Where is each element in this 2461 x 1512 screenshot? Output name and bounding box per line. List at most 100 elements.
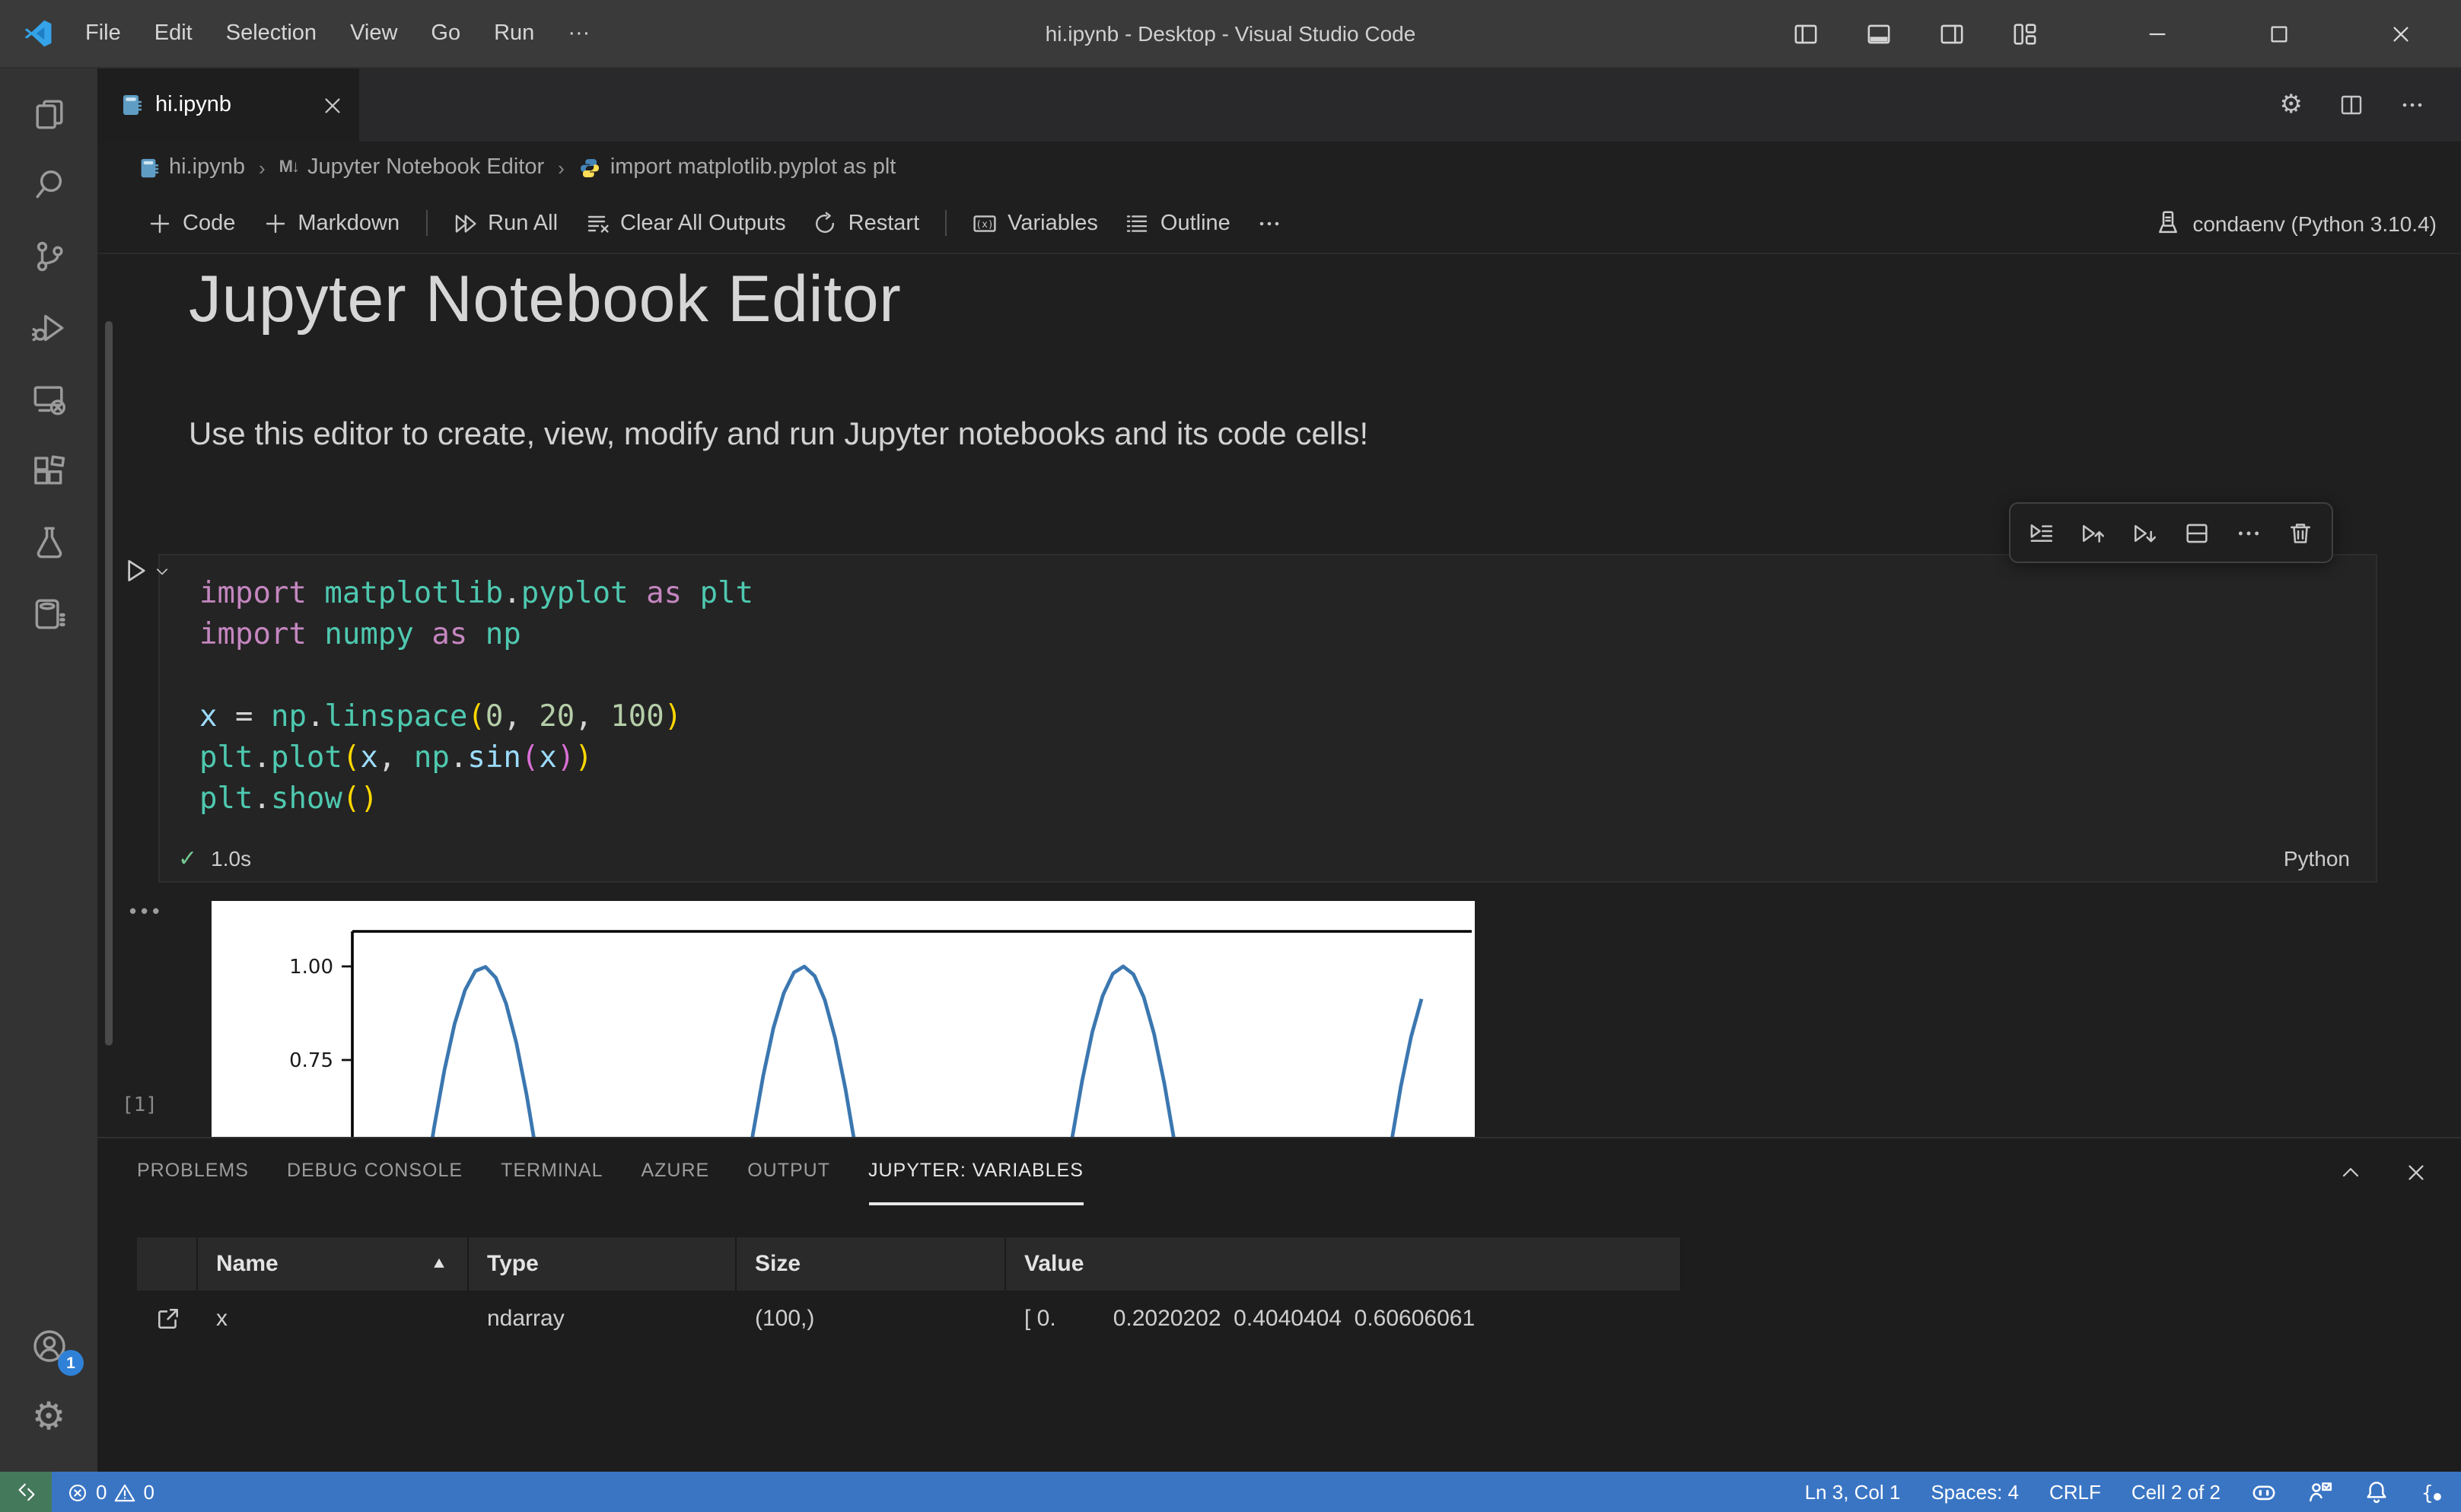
activity-bar: 1 ⚙ (0, 68, 97, 1472)
open-variable-icon[interactable] (154, 1305, 180, 1331)
execute-above-cells-icon[interactable] (2081, 520, 2106, 546)
more-editor-actions-icon[interactable] (2400, 93, 2424, 117)
breadcrumb-separator: › (258, 156, 266, 179)
toggle-panel-icon[interactable] (1866, 21, 1892, 46)
notebook-file-icon (137, 156, 160, 179)
add-icon (148, 211, 172, 235)
menu-file[interactable]: File (68, 21, 138, 45)
remote-explorer-icon (31, 382, 66, 417)
copilot-icon[interactable] (2236, 1472, 2292, 1512)
execute-cell-and-below-icon[interactable] (2132, 520, 2158, 546)
menu-selection[interactable]: Selection (209, 21, 333, 45)
breadcrumb-item[interactable]: hi.ipynb (137, 155, 245, 180)
more-cell-actions-icon[interactable] (2236, 520, 2262, 546)
variables-button[interactable]: (x) Variables (959, 193, 1112, 253)
problems-status[interactable]: 0 0 (52, 1472, 170, 1512)
output-menu-icon[interactable]: ••• (129, 899, 164, 922)
sidebar-item-explorer[interactable] (0, 78, 97, 149)
variable-value: [ 0. 0.2020202 0.4040404 0.60606061 (1024, 1305, 1476, 1331)
menu-go[interactable]: Go (414, 21, 477, 45)
breadcrumb-item[interactable]: M↓ Jupyter Notebook Editor (279, 155, 544, 180)
errors-icon (67, 1482, 88, 1503)
status-cursor-position[interactable]: Ln 3, Col 1 (1790, 1472, 1916, 1512)
toolbar-divider (425, 210, 428, 236)
sidebar-item-source-control[interactable] (0, 221, 97, 292)
clear-all-outputs-button[interactable]: Clear All Outputs (571, 193, 800, 253)
close-panel-icon[interactable] (2405, 1160, 2428, 1183)
markdown-heading: Jupyter Notebook Editor (189, 263, 902, 336)
status-end-of-line[interactable]: CRLF (2034, 1472, 2116, 1512)
panel-tab-azure[interactable]: AZURE (641, 1138, 709, 1205)
cell-language[interactable]: Python (2284, 846, 2350, 871)
delete-cell-icon[interactable] (2287, 520, 2313, 546)
sidebar-item-testing[interactable] (0, 507, 97, 578)
menu-bar: File Edit Selection View Go Run ··· (68, 0, 606, 68)
warning-count: 0 (143, 1481, 154, 1504)
notebook-layout-settings-icon[interactable]: ⚙ (2280, 91, 2303, 119)
add-markdown-cell-button[interactable]: Markdown (249, 193, 413, 253)
breadcrumb-item[interactable]: import matplotlib.pyplot as plt (578, 155, 896, 180)
code-line: import matplotlib.pyplot as plt (199, 575, 754, 610)
sidebar-item-notebook[interactable] (0, 578, 97, 650)
split-editor-icon[interactable] (2339, 93, 2364, 117)
variable-row[interactable]: x ndarray (100,) [ 0. 0.2020202 0.4040404 0… (137, 1291, 1682, 1345)
run-all-icon (453, 211, 477, 235)
minimize-button[interactable] (2096, 0, 2217, 68)
execution-count: [1] (122, 1094, 158, 1117)
customize-layout-icon[interactable] (2012, 21, 2038, 46)
column-header-name[interactable]: Name (198, 1237, 469, 1291)
panel-tab-debug-console[interactable]: DEBUG CONSOLE (287, 1138, 463, 1205)
code-cell[interactable]: import matplotlib.pyplot as plt import nu… (158, 554, 2377, 883)
split-cell-icon[interactable] (2184, 520, 2210, 546)
remote-indicator[interactable] (0, 1472, 52, 1512)
tab-hi-ipynb[interactable]: hi.ipynb (97, 68, 359, 142)
sidebar-item-run-and-debug[interactable] (0, 292, 97, 364)
column-header-size[interactable]: Size (737, 1237, 1006, 1291)
tab-close-icon[interactable] (321, 94, 344, 116)
sidebar-item-remote-explorer[interactable] (0, 364, 97, 435)
menu-view[interactable]: View (333, 21, 414, 45)
panel-tab-output[interactable]: OUTPUT (747, 1138, 830, 1205)
warnings-icon (114, 1482, 135, 1503)
run-all-button[interactable]: Run All (439, 193, 571, 253)
sidebar-item-extensions[interactable] (0, 435, 97, 507)
sidebar-item-accounts[interactable]: 1 (0, 1310, 97, 1382)
feedback-icon[interactable] (2292, 1472, 2348, 1512)
column-header-value[interactable]: Value (1006, 1237, 1682, 1291)
toggle-primary-sidebar-icon[interactable] (1793, 21, 1819, 46)
toggle-secondary-sidebar-icon[interactable] (1939, 21, 1965, 46)
restart-kernel-button[interactable]: Restart (800, 193, 934, 253)
menu-edit[interactable]: Edit (138, 21, 209, 45)
maximize-button[interactable] (2217, 0, 2339, 68)
status-indentation[interactable]: Spaces: 4 (1915, 1472, 2034, 1512)
run-cell-button[interactable] (122, 557, 170, 584)
menu-[interactable]: ··· (551, 21, 606, 45)
code-editor[interactable]: import matplotlib.pyplot as plt import nu… (160, 555, 2376, 819)
notebook-toolbar: Code Markdown Run All Clear All Outputs Rest… (97, 193, 2461, 254)
notebook-editor: Jupyter Notebook Editor Use this editor … (97, 254, 2461, 1137)
kernel-label: condaenv (Python 3.10.4) (2192, 211, 2437, 235)
maximize-panel-icon[interactable] (2339, 1160, 2362, 1183)
panel-tab-problems[interactable]: PROBLEMS (137, 1138, 249, 1205)
search-icon (31, 167, 66, 202)
vscode-logo-icon (23, 18, 53, 49)
notifications-icon[interactable] (2348, 1472, 2405, 1512)
close-button[interactable] (2339, 0, 2461, 68)
gear-icon: ⚙ (31, 1396, 66, 1438)
notebook-scrollbar[interactable] (105, 321, 113, 1046)
account-badge: 1 (58, 1350, 84, 1376)
execute-row-icon[interactable] (2029, 520, 2055, 546)
sidebar-item-manage-settings[interactable]: ⚙ (0, 1382, 97, 1453)
sidebar-item-search[interactable] (0, 149, 97, 221)
language-status-icon[interactable]: { (2405, 1472, 2461, 1512)
kernel-picker[interactable]: condaenv (Python 3.10.4) (2154, 210, 2437, 236)
column-header-type[interactable]: Type (469, 1237, 737, 1291)
status-cell-indicator[interactable]: Cell 2 of 2 (2116, 1472, 2236, 1512)
outline-button[interactable]: Outline (1112, 193, 1244, 253)
panel-tab-terminal[interactable]: TERMINAL (501, 1138, 603, 1205)
more-notebook-actions-button[interactable] (1244, 193, 1296, 253)
sine-plot: 1.00 0.75 (212, 901, 1475, 1137)
panel-tab-jupyter-variables[interactable]: JUPYTER: VARIABLES (868, 1138, 1084, 1205)
add-code-cell-button[interactable]: Code (134, 193, 249, 253)
menu-run[interactable]: Run (477, 21, 551, 45)
